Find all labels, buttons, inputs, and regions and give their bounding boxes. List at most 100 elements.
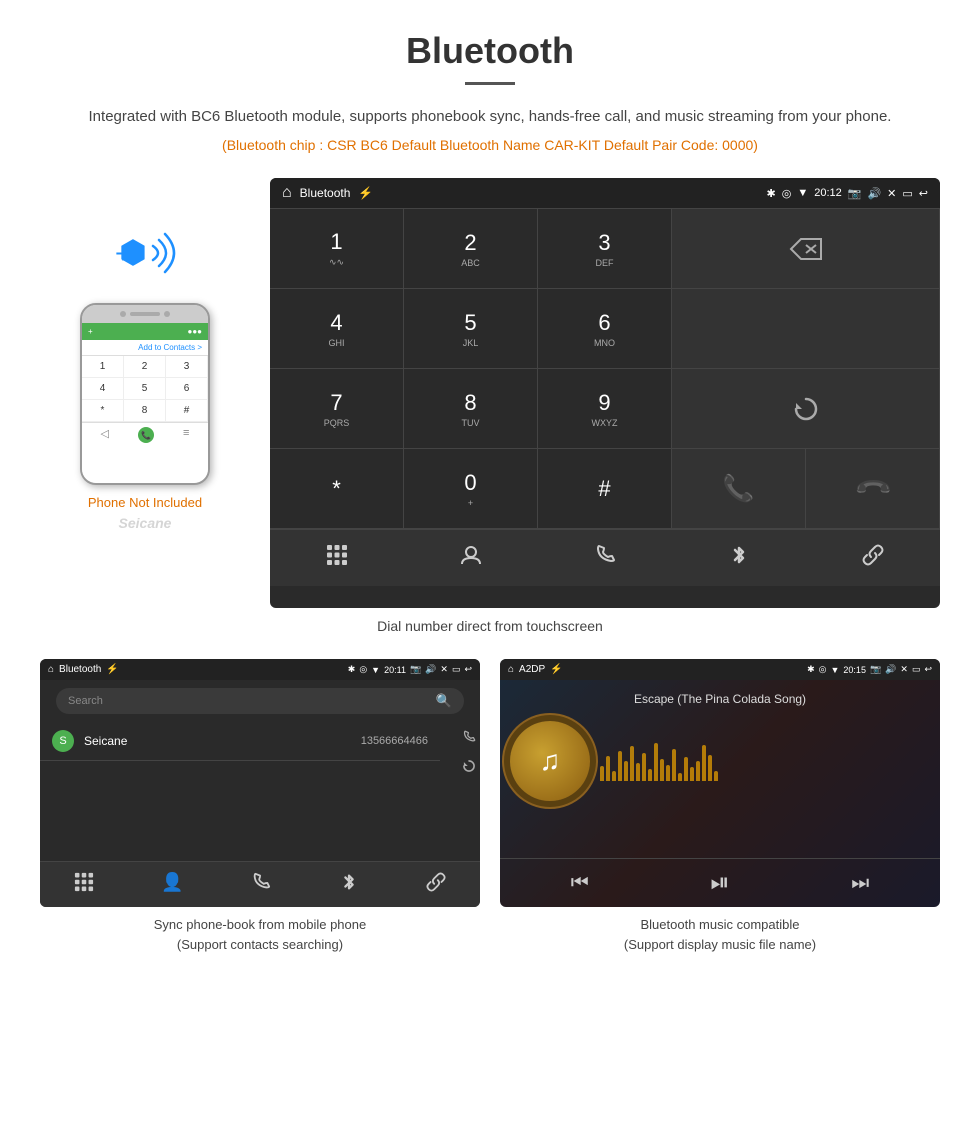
dial-bottom-link[interactable] xyxy=(862,544,884,572)
window-icon: ▭ xyxy=(902,187,912,200)
page-title: Bluetooth xyxy=(40,30,940,72)
vis-bar xyxy=(684,757,688,781)
bt-waves: + ⬢ xyxy=(105,218,185,288)
dial-key-8[interactable]: 8TUV xyxy=(404,369,538,449)
dial-key-7[interactable]: 7PQRS xyxy=(270,369,404,449)
dial-key-3[interactable]: 3DEF xyxy=(538,209,672,289)
pb-contact-row[interactable]: S Seicane 13566664466 xyxy=(40,722,440,761)
bt-status-icon: ✱ xyxy=(767,187,776,200)
vis-bar xyxy=(666,765,670,781)
pb-refresh-side-icon[interactable] xyxy=(462,759,476,776)
dial-bottom-contacts[interactable] xyxy=(460,544,482,572)
vis-bar xyxy=(624,761,628,781)
pb-wifi-icon: ▼ xyxy=(371,665,380,675)
pb-search-container: Search 🔍 xyxy=(48,688,472,714)
dial-bottom-bt[interactable] xyxy=(728,544,750,572)
pb-bottom-link[interactable] xyxy=(426,872,446,897)
dial-key-hash[interactable]: # xyxy=(538,449,672,529)
music-song-title: Escape (The Pina Colada Song) xyxy=(500,680,940,711)
dial-key-backspace[interactable] xyxy=(672,209,940,289)
music-next-icon[interactable]: ⏭ xyxy=(851,872,869,895)
pb-bottom-bt[interactable] xyxy=(339,872,359,897)
phonebook-screen-block: ⌂ Bluetooth ⚡ ✱ ◎ ▼ 20:11 📷 🔊 ✕ ▭ ↩ xyxy=(40,659,480,954)
music-status-bar: ⌂ A2DP ⚡ ✱ ◎ ▼ 20:15 📷 🔊 ✕ ▭ ↩ xyxy=(500,659,940,680)
dial-key-5[interactable]: 5JKL xyxy=(404,289,538,369)
pb-bottom-keypad[interactable] xyxy=(74,872,94,897)
title-divider xyxy=(465,82,515,85)
pb-camera-icon: 📷 xyxy=(410,664,421,675)
music-visualizer xyxy=(600,741,718,781)
phone-not-included: Phone Not Included xyxy=(88,495,202,510)
pb-bottom-phone[interactable] xyxy=(251,872,271,897)
music-screen: ⌂ A2DP ⚡ ✱ ◎ ▼ 20:15 📷 🔊 ✕ ▭ ↩ xyxy=(500,659,940,907)
description: Integrated with BC6 Bluetooth module, su… xyxy=(40,105,940,129)
pb-usb-icon: ⚡ xyxy=(106,664,118,675)
phone-key-4: 4 xyxy=(82,378,124,400)
pb-bottom-contacts[interactable]: 👤 xyxy=(161,872,183,897)
dial-key-1[interactable]: 1∿∿ xyxy=(270,209,404,289)
phone-contact-label: Add to Contacts > xyxy=(82,340,208,355)
phone-key-2: 2 xyxy=(124,356,166,378)
dial-app-name: Bluetooth xyxy=(300,186,351,200)
phonebook-caption: Sync phone-book from mobile phone (Suppo… xyxy=(40,915,480,954)
dial-key-call-green[interactable]: 📞 xyxy=(672,449,806,529)
contact-name: Seicane xyxy=(84,734,361,748)
music-controls: ⏮ ⏯ ⏭ xyxy=(500,858,940,907)
vis-bar xyxy=(600,766,604,781)
contact-initial: S xyxy=(59,735,66,747)
dial-key-6[interactable]: 6MNO xyxy=(538,289,672,369)
phone-back-icon: ◁ xyxy=(101,427,109,443)
phone-dot-1 xyxy=(120,311,126,317)
seicane-watermark: Seicane xyxy=(119,515,172,531)
pb-search-bar[interactable]: Search 🔍 xyxy=(56,688,464,714)
music-bt-icon: ✱ xyxy=(807,664,815,675)
phonebook-screen: ⌂ Bluetooth ⚡ ✱ ◎ ▼ 20:11 📷 🔊 ✕ ▭ ↩ xyxy=(40,659,480,907)
music-usb-icon: ⚡ xyxy=(550,664,562,675)
vis-bar xyxy=(696,761,700,781)
music-home-icon: ⌂ xyxy=(508,664,514,675)
pb-phone-side-icon[interactable] xyxy=(462,730,476,747)
dial-bottom-bar xyxy=(270,529,940,586)
phone-call-btn: 📞 xyxy=(138,427,154,443)
volume-icon: 🔊 xyxy=(867,187,881,200)
phone-status: + xyxy=(88,327,93,336)
phone-screen: + ●●● Add to Contacts > 1 2 3 4 5 6 * 8 xyxy=(82,323,208,483)
music-playpause-icon[interactable]: ⏯ xyxy=(710,869,729,897)
bottom-screens: ⌂ Bluetooth ⚡ ✱ ◎ ▼ 20:11 📷 🔊 ✕ ▭ ↩ xyxy=(40,659,940,954)
pb-close-icon: ✕ xyxy=(440,664,448,675)
phone-signal: ●●● xyxy=(188,327,203,336)
music-volume-icon: 🔊 xyxy=(885,664,896,675)
phone-bottom: ◁ 📞 ≡ xyxy=(82,422,208,447)
status-right: ✱ ◎ ▼ 20:12 📷 🔊 ✕ ▭ ↩ xyxy=(767,187,929,200)
dial-key-4[interactable]: 4GHI xyxy=(270,289,404,369)
phone-key-hash: # xyxy=(166,400,208,422)
music-status-left: ⌂ A2DP ⚡ xyxy=(508,664,563,675)
specs-line: (Bluetooth chip : CSR BC6 Default Blueto… xyxy=(40,137,940,153)
vis-bar xyxy=(660,759,664,781)
dial-bottom-keypad[interactable] xyxy=(326,544,348,572)
vis-bar xyxy=(636,763,640,781)
phone-menu-icon: ≡ xyxy=(183,427,189,443)
vis-bar xyxy=(702,745,706,781)
pb-side-icons xyxy=(462,722,476,784)
dial-key-call-red[interactable]: 📞 xyxy=(806,449,940,529)
close-icon: ✕ xyxy=(887,187,896,200)
pb-bottom-bar: 👤 xyxy=(40,861,480,907)
dial-key-refresh[interactable] xyxy=(672,369,940,449)
dial-key-2[interactable]: 2ABC xyxy=(404,209,538,289)
vis-bar xyxy=(690,767,694,781)
dial-key-star[interactable]: * xyxy=(270,449,404,529)
dial-key-0[interactable]: 0+ xyxy=(404,449,538,529)
pb-app-name: Bluetooth xyxy=(59,664,101,675)
pb-status-bar: ⌂ Bluetooth ⚡ ✱ ◎ ▼ 20:11 📷 🔊 ✕ ▭ ↩ xyxy=(40,659,480,680)
music-window-icon: ▭ xyxy=(912,664,921,675)
status-left: ⌂ Bluetooth ⚡ xyxy=(282,184,373,202)
dial-bottom-phone[interactable] xyxy=(594,544,616,572)
music-location-icon: ◎ xyxy=(819,664,827,675)
dial-key-9[interactable]: 9WXYZ xyxy=(538,369,672,449)
music-prev-icon[interactable]: ⏮ xyxy=(571,872,589,895)
pb-status-left: ⌂ Bluetooth ⚡ xyxy=(48,664,119,675)
bt-wave-svg: ⬢ xyxy=(105,218,185,288)
main-section: + ⬢ xyxy=(40,178,940,608)
vis-bar xyxy=(612,771,616,781)
